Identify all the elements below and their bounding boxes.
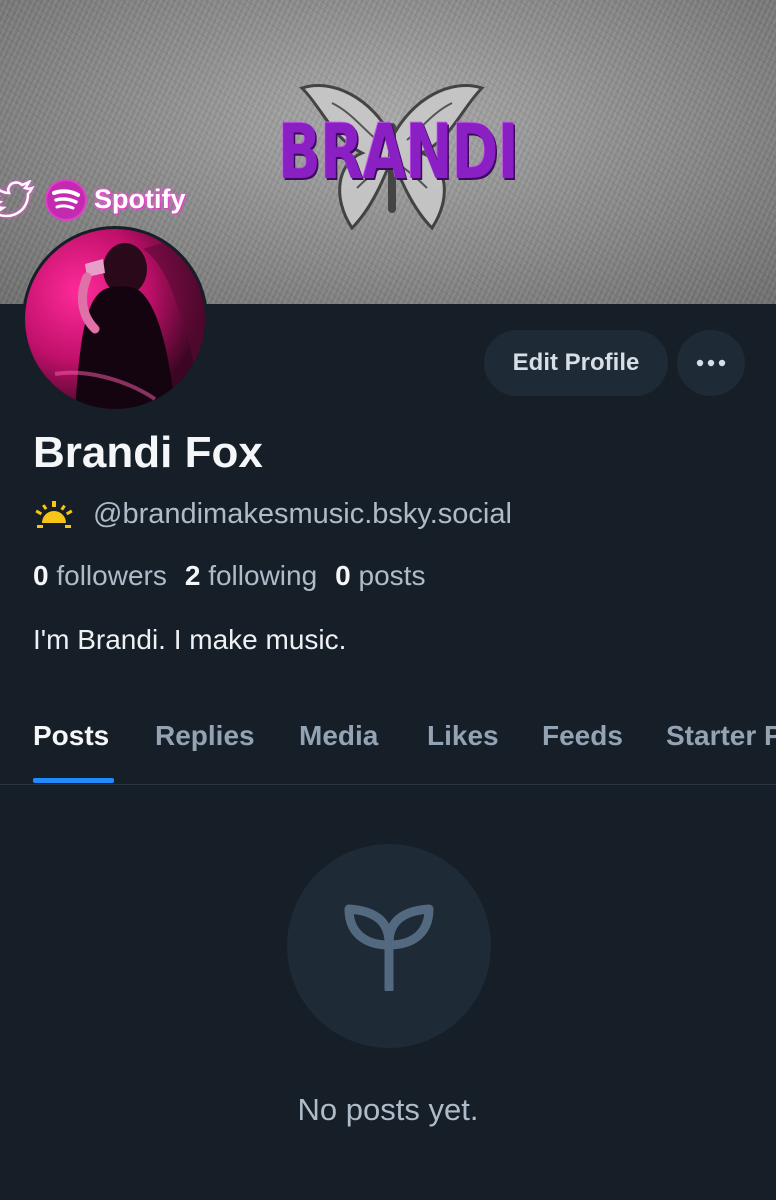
handle-row: @brandimakesmusic.bsky.social bbox=[33, 494, 512, 534]
profile-stats: 0 followers 2 following 0 posts bbox=[33, 560, 425, 592]
active-tab-indicator bbox=[33, 778, 114, 783]
avatar[interactable] bbox=[22, 226, 208, 412]
following-label: following bbox=[208, 560, 318, 591]
posts-stat: 0 posts bbox=[335, 560, 425, 591]
display-name: Brandi Fox bbox=[33, 428, 263, 477]
profile-bio: I'm Brandi. I make music. bbox=[33, 624, 347, 655]
sprout-icon bbox=[344, 904, 434, 991]
spotify-label: Spotify bbox=[94, 184, 186, 214]
tab-replies[interactable]: Replies bbox=[155, 720, 255, 752]
sunrise-icon bbox=[35, 501, 73, 528]
following-count: 2 bbox=[184, 560, 201, 591]
edit-profile-button[interactable]: Edit Profile bbox=[484, 330, 668, 396]
more-options-icon bbox=[696, 359, 726, 367]
tab-posts[interactable]: Posts bbox=[33, 720, 109, 752]
profile-handle: @brandimakesmusic.bsky.social bbox=[93, 497, 512, 530]
empty-state-icon-container bbox=[287, 844, 491, 1048]
following-stat[interactable]: 2 following bbox=[185, 560, 317, 591]
followers-stat[interactable]: 0 followers bbox=[33, 560, 167, 591]
profile-tabs: Posts Replies Media Likes Feeds Starter … bbox=[0, 700, 776, 785]
followers-label: followers bbox=[56, 560, 167, 591]
followers-count: 0 bbox=[33, 560, 49, 591]
tab-media[interactable]: Media bbox=[299, 720, 378, 752]
tab-likes[interactable]: Likes bbox=[427, 720, 499, 752]
posts-label: posts bbox=[358, 560, 426, 591]
avatar-photo bbox=[25, 229, 205, 409]
twitter-icon bbox=[0, 180, 35, 218]
tab-feeds[interactable]: Feeds bbox=[542, 720, 623, 752]
brand-logo-text: BRANDI bbox=[278, 107, 519, 196]
posts-count: 0 bbox=[335, 560, 351, 591]
more-options-button[interactable] bbox=[677, 330, 745, 396]
tab-starter-packs[interactable]: Starter Packs bbox=[666, 720, 776, 752]
spotify-icon bbox=[45, 179, 87, 221]
empty-state-message: No posts yet. bbox=[297, 1092, 479, 1127]
